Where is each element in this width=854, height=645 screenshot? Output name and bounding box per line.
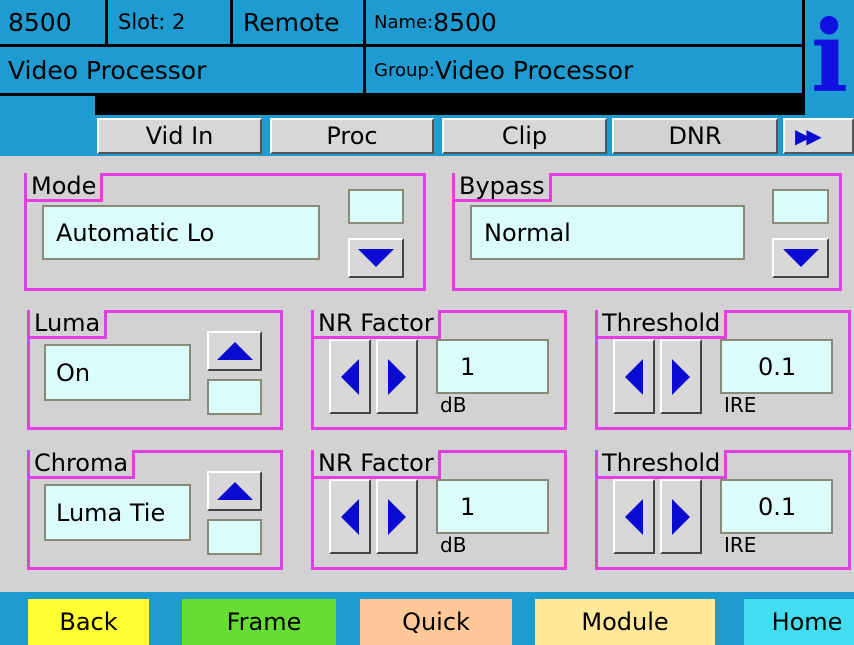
luma-threshold-unit: IRE <box>724 393 757 417</box>
luma-label: Luma <box>30 310 108 339</box>
chroma-nr-group: NR Factor 1 dB <box>311 450 567 570</box>
luma-nr-unit: dB <box>440 393 467 417</box>
luma-nr-field[interactable]: 1 <box>436 339 549 394</box>
bypass-group: Bypass Normal <box>452 173 842 291</box>
chroma-threshold-field[interactable]: 0.1 <box>720 479 833 534</box>
info-cell[interactable]: i <box>805 0 854 115</box>
info-icon[interactable]: i <box>811 8 848 107</box>
arrow-right-icon <box>388 358 406 395</box>
group-value: Video Processor <box>434 55 634 85</box>
luma-threshold-left-button[interactable] <box>613 339 655 414</box>
group-prefix: Group: <box>374 59 435 81</box>
luma-up-button[interactable] <box>207 331 262 371</box>
page-title: Video Processor <box>8 55 207 85</box>
luma-threshold-right-button[interactable] <box>660 339 702 414</box>
slot-label: Slot: 2 <box>118 10 186 34</box>
tab-vid-in[interactable]: Vid In <box>97 118 262 154</box>
arrow-right-icon <box>672 358 690 395</box>
arrow-right-icon <box>672 498 690 535</box>
quick-button-label: Quick <box>402 608 470 636</box>
bypass-label: Bypass <box>455 173 552 202</box>
luma-nr-label: NR Factor <box>314 310 441 339</box>
frame-button-label: Frame <box>226 608 302 636</box>
remote-label: Remote <box>243 7 340 37</box>
double-arrow-right-icon: ▶▶ <box>795 124 822 148</box>
home-button-label: Home <box>771 608 843 636</box>
tab-proc[interactable]: Proc <box>270 118 434 154</box>
remote-cell: Remote <box>233 0 363 44</box>
chroma-nr-left-button[interactable] <box>329 479 371 554</box>
frame-button[interactable]: Frame <box>182 599 336 645</box>
arrow-left-icon <box>341 358 359 395</box>
device-cell: 8500 <box>0 0 105 44</box>
device-label: 8500 <box>8 7 72 37</box>
tab-dnr-label: DNR <box>668 122 722 150</box>
arrow-up-icon <box>216 342 253 360</box>
title-cell: Video Processor <box>0 47 363 93</box>
luma-threshold-group: Threshold 0.1 IRE <box>595 310 851 430</box>
mode-status-box <box>348 189 404 224</box>
luma-field[interactable]: On <box>44 344 191 401</box>
mode-group: Mode Automatic Lo <box>24 173 426 291</box>
tab-clip[interactable]: Clip <box>442 118 607 154</box>
luma-nr-group: NR Factor 1 dB <box>311 310 567 430</box>
luma-group: Luma On <box>27 310 283 430</box>
arrow-up-icon <box>216 482 253 500</box>
chroma-field[interactable]: Luma Tie <box>44 484 191 541</box>
home-button[interactable]: Home <box>744 599 854 645</box>
tab-row <box>95 96 805 115</box>
luma-nr-right-button[interactable] <box>376 339 418 414</box>
chroma-label: Chroma <box>30 450 136 479</box>
back-button[interactable]: Back <box>28 599 149 645</box>
module-button[interactable]: Module <box>535 599 715 645</box>
chroma-threshold-label: Threshold <box>598 450 728 479</box>
arrow-down-icon <box>358 249 394 267</box>
back-button-label: Back <box>59 608 118 636</box>
chroma-threshold-left-button[interactable] <box>613 479 655 554</box>
luma-threshold-label: Threshold <box>598 310 728 339</box>
name-value: 8500 <box>433 7 497 37</box>
tab-dnr[interactable]: DNR <box>612 118 778 154</box>
name-cell: Name: 8500 <box>366 0 802 44</box>
mode-label: Mode <box>27 173 104 202</box>
mode-down-button[interactable] <box>348 238 404 278</box>
chroma-nr-label: NR Factor <box>314 450 441 479</box>
chroma-threshold-group: Threshold 0.1 IRE <box>595 450 851 570</box>
tab-vid-in-label: Vid In <box>145 122 214 150</box>
tab-more-button[interactable]: ▶▶ <box>783 118 854 154</box>
arrow-left-icon <box>341 498 359 535</box>
chroma-threshold-unit: IRE <box>724 533 757 557</box>
module-button-label: Module <box>581 608 669 636</box>
bypass-field[interactable]: Normal <box>470 205 745 260</box>
group-cell: Group: Video Processor <box>366 47 802 93</box>
slot-cell: Slot: 2 <box>108 0 230 44</box>
arrow-left-icon <box>625 358 643 395</box>
chroma-nr-field[interactable]: 1 <box>436 479 549 534</box>
bypass-status-box <box>772 189 829 224</box>
chroma-nr-right-button[interactable] <box>376 479 418 554</box>
tab-proc-label: Proc <box>326 122 378 150</box>
name-prefix: Name: <box>374 11 434 33</box>
arrow-right-icon <box>388 498 406 535</box>
tab-clip-label: Clip <box>501 122 548 150</box>
arrow-down-icon <box>782 249 819 267</box>
arrow-left-icon <box>625 498 643 535</box>
chroma-status-box <box>207 519 262 555</box>
luma-nr-left-button[interactable] <box>329 339 371 414</box>
luma-status-box <box>207 379 262 415</box>
chroma-group: Chroma Luma Tie <box>27 450 283 570</box>
luma-threshold-field[interactable]: 0.1 <box>720 339 833 394</box>
mode-field[interactable]: Automatic Lo <box>42 205 320 260</box>
bypass-down-button[interactable] <box>772 238 829 278</box>
chroma-threshold-right-button[interactable] <box>660 479 702 554</box>
chroma-nr-unit: dB <box>440 533 467 557</box>
chroma-up-button[interactable] <box>207 471 262 511</box>
tab-spacer <box>0 96 95 115</box>
quick-button[interactable]: Quick <box>360 599 512 645</box>
